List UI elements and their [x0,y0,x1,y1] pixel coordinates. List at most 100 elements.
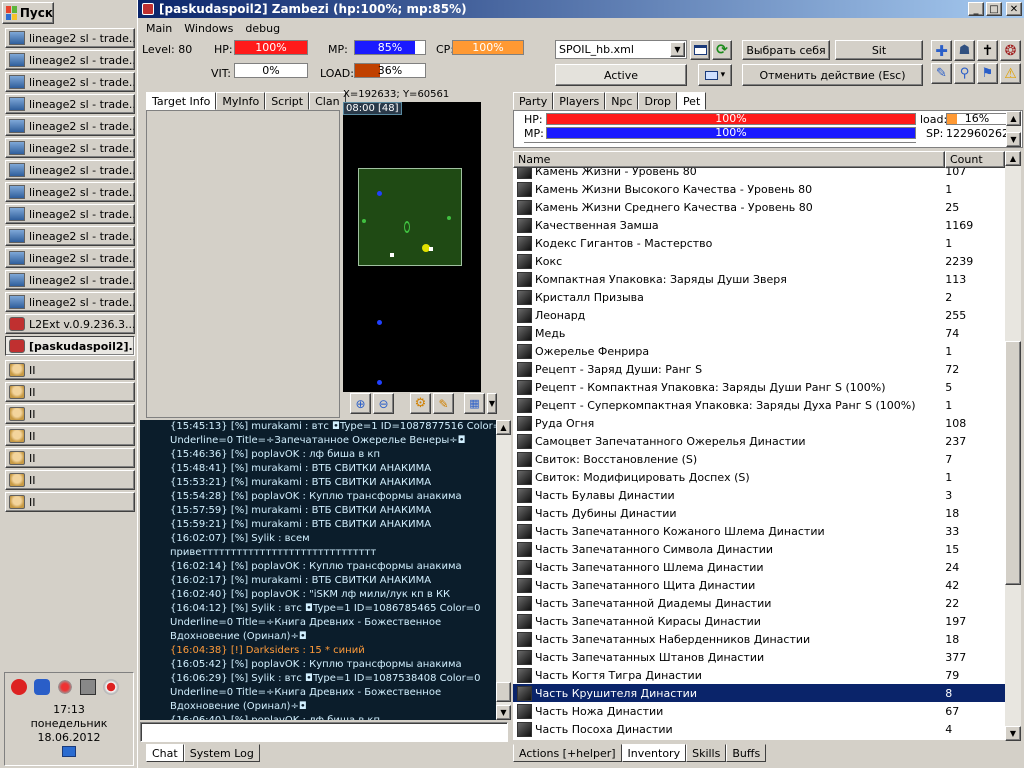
inventory-row[interactable]: Рецепт - Заряд Души: Ранг S 72 [513,360,1005,378]
zoom-out-icon[interactable]: ⊖ [373,393,394,414]
minimize-button[interactable]: _ [968,2,984,16]
scroll-up-icon[interactable]: ▲ [1006,111,1021,126]
chevron-down-icon[interactable]: ▼ [670,42,685,57]
inventory-row[interactable]: Рецепт - Суперкомпактная Упаковка: Заряд… [513,396,1005,414]
taskbar-item[interactable]: lineage2 sl - trade.... [5,248,135,268]
inventory-row[interactable]: Часть Посоха Династии 4 [513,720,1005,738]
taskbar-item-character[interactable]: II [5,404,135,424]
inventory-row[interactable]: Ожерелье Фенрира 1 [513,342,1005,360]
inventory-row[interactable]: Кристалл Призыва 2 [513,288,1005,306]
title-bar[interactable]: [paskudaspoil2] Zambezi (hp:100%; mp:85%… [138,0,1024,18]
tab-actions[interactable]: Actions [+helper] [513,744,622,762]
heal-icon[interactable]: ✚ [931,40,952,61]
taskbar-item-character[interactable]: II [5,426,135,446]
taskbar-item[interactable]: lineage2 sl - trade.... [5,50,135,70]
tab-chat[interactable]: Chat [146,744,184,762]
script-select[interactable]: SPOIL_hb.xml ▼ [555,40,687,59]
volume-muted-icon[interactable] [103,679,119,695]
inventory-row[interactable]: Качественная Замша 1169 [513,216,1005,234]
scroll-up-icon[interactable]: ▲ [496,420,511,435]
settings-icon[interactable]: ⚙ [410,393,431,414]
inventory-row[interactable]: Свиток: Восстановление (S) 7 [513,450,1005,468]
taskbar-item[interactable]: lineage2 sl - trade.... [5,94,135,114]
layout-dropdown-button[interactable]: ▾ [698,64,732,86]
taskbar-item[interactable]: lineage2 sl - trade.... [5,270,135,290]
tab-script[interactable]: Script [265,92,310,110]
inventory-row[interactable]: Свиток: Модифицировать Доспех (S) 1 [513,468,1005,486]
menu-main[interactable]: Main [146,22,172,35]
window-icon[interactable] [690,40,710,60]
pet-scrollbar[interactable]: ▲ ▼ [1006,111,1021,147]
tab-skills[interactable]: Skills [686,744,727,762]
taskbar-item-character[interactable]: II [5,470,135,490]
taskbar-item[interactable]: lineage2 sl - trade.... [5,292,135,312]
language-icon[interactable] [62,746,76,757]
layers-icon[interactable]: ▦ [464,393,485,414]
inventory-row[interactable]: Кодекс Гигантов - Мастерство 1 [513,234,1005,252]
inventory-row[interactable]: Кокс 2239 [513,252,1005,270]
tab-players[interactable]: Players [553,92,606,110]
menu-windows[interactable]: Windows [184,22,233,35]
menu-debug[interactable]: debug [245,22,280,35]
inventory-row[interactable]: Часть Запечатанной Кирасы Династии 197 [513,612,1005,630]
tab-party[interactable]: Party [513,92,554,110]
tab-target-info[interactable]: Target Info [146,92,217,110]
inventory-scrollbar[interactable]: ▲ ▼ [1005,151,1021,741]
taskbar-item[interactable]: lineage2 sl - trade.... [5,226,135,246]
taskbar-item[interactable]: lineage2 sl - trade.... [5,138,135,158]
taskbar-item-active[interactable]: [paskudaspoil2]... [5,336,135,356]
chat-input[interactable] [140,722,508,742]
scroll-thumb[interactable] [1005,341,1021,585]
inventory-row[interactable]: Часть Крушителя Династии 8 [513,684,1005,702]
tab-system-log[interactable]: System Log [183,744,260,762]
clock[interactable]: 17:13 понедельник 18.06.2012 [5,703,133,757]
inventory-row[interactable]: Часть Запечатанной Диадемы Династии 22 [513,594,1005,612]
scroll-up-icon[interactable]: ▲ [1005,151,1021,166]
close-button[interactable]: ✕ [1006,2,1022,16]
column-count[interactable]: Count [945,151,1005,168]
taskbar-item-character[interactable]: II [5,382,135,402]
inventory-row[interactable]: Медь 74 [513,324,1005,342]
active-button[interactable]: Active [555,64,687,86]
scroll-down-icon[interactable]: ▼ [1006,132,1021,147]
antivirus-icon[interactable] [11,679,27,695]
inventory-row[interactable]: Самоцвет Запечатанного Ожерелья Династии… [513,432,1005,450]
scroll-down-icon[interactable]: ▼ [496,705,511,720]
inventory-row[interactable]: Рецепт - Компактная Упаковка: Заряды Душ… [513,378,1005,396]
taskbar-item[interactable]: lineage2 sl - trade.... [5,28,135,48]
inventory-row[interactable]: Часть Когтя Тигра Династии 79 [513,666,1005,684]
chevron-down-icon[interactable]: ▼ [487,393,497,414]
run-icon[interactable]: ⚑ [977,63,998,84]
zoom-in-icon[interactable]: ⊕ [350,393,371,414]
taskbar-item-l2ext[interactable]: L2Ext v.0.9.236.3... [5,314,135,334]
taskbar-item-character[interactable]: II [5,360,135,380]
search-icon[interactable]: ⚲ [954,63,975,84]
mic-icon[interactable] [57,679,73,695]
inventory-row[interactable]: Часть Булавы Династии 3 [513,486,1005,504]
taskbar-item-character[interactable]: II [5,492,135,512]
inventory-row[interactable]: Камень Жизни Высокого Качества - Уровень… [513,180,1005,198]
tab-npc[interactable]: Npc [605,92,639,110]
inventory-row[interactable]: Леонард 255 [513,306,1005,324]
inventory-row[interactable]: Часть Запечатанного Символа Династии 15 [513,540,1005,558]
taskbar-item[interactable]: lineage2 sl - trade.... [5,182,135,202]
network-icon[interactable] [34,679,50,695]
tab-pet[interactable]: Pet [676,92,707,110]
taskbar-item[interactable]: lineage2 sl - trade.... [5,160,135,180]
maximize-button[interactable]: □ [986,2,1002,16]
start-button[interactable]: Пуск [2,2,54,24]
tab-drop[interactable]: Drop [638,92,677,110]
edit-icon[interactable]: ✎ [433,393,454,414]
chat-log[interactable]: {15:45:13} [%] murakami : втс ◘Type=1 ID… [140,420,496,720]
tab-clan[interactable]: Clan [309,92,346,110]
column-name[interactable]: Name [513,151,945,168]
sit-button[interactable]: Sit [835,40,923,60]
tab-myinfo[interactable]: MyInfo [216,92,266,110]
warning-icon[interactable]: ⚠ [1000,63,1021,84]
scroll-thumb[interactable] [496,682,511,702]
inventory-row[interactable]: Часть Запечатанных Наберденников Династи… [513,630,1005,648]
inventory-row[interactable]: Часть Запечатанных Штанов Династии 377 [513,648,1005,666]
tab-buffs[interactable]: Buffs [726,744,767,762]
inventory-row[interactable]: Часть Запечатанного Щита Династии 42 [513,576,1005,594]
taskbar-item[interactable]: lineage2 sl - trade.... [5,204,135,224]
